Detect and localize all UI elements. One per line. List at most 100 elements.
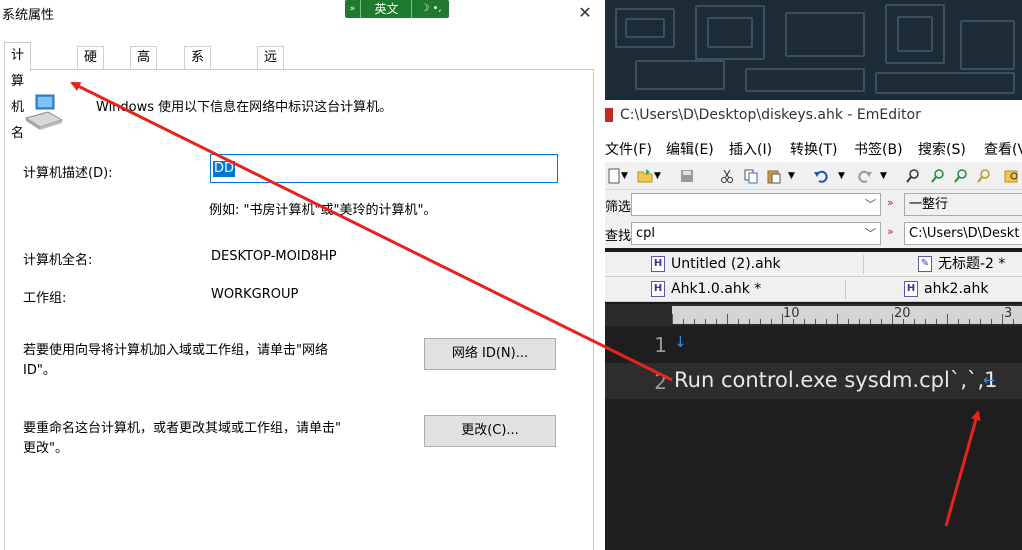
- filter-label: 筛选: [605, 200, 632, 215]
- tab-remote[interactable]: 远程: [257, 46, 285, 87]
- ruler-tick: [705, 319, 706, 324]
- chevron-down-icon[interactable]: ﹀: [865, 194, 876, 215]
- system-properties-dialog: 系统属性 ✕ » 英文 ☽ •, 计算机名 硬件 高级 系统保护 远程 Wind…: [0, 0, 605, 550]
- ruler-tick: [980, 319, 981, 324]
- ruler-tick: [936, 319, 937, 324]
- editor-toolbar: ▼ ▼ ▼ ▼ ▼: [605, 162, 1022, 190]
- ruler-tick: [716, 319, 717, 324]
- filter-mode-dropdown[interactable]: 一整行: [904, 193, 1022, 216]
- ruler-tick: [672, 314, 673, 324]
- computer-description-input[interactable]: DD: [210, 154, 558, 183]
- close-icon[interactable]: ✕: [574, 2, 596, 24]
- intro-text: Windows 使用以下信息在网络中标识这台计算机。: [96, 100, 393, 115]
- menu-insert[interactable]: 插入(I): [729, 139, 772, 159]
- menu-edit[interactable]: 编辑(E): [666, 139, 714, 159]
- tab-advanced[interactable]: 高级: [130, 46, 158, 87]
- ruler-tick: [925, 319, 926, 324]
- tab-untitled-title-2[interactable]: ✎ 无标题-2 *: [918, 252, 1005, 277]
- ruler-tick: [870, 319, 871, 324]
- editor-menubar: 文件(F) 编辑(E) 插入(I) 转换(T) 书签(B) 搜索(S) 查看(V: [605, 132, 1022, 162]
- document-tabs-row1: H Untitled (2).ahk ✎ 无标题-2 *: [605, 252, 1022, 277]
- tab-computer-name[interactable]: 计算机名: [4, 42, 32, 141]
- find-path-field[interactable]: C:\Users\D\Deskt: [904, 222, 1022, 245]
- editor-title: C:\Users\D\Desktop\diskeys.ahk - EmEdito…: [620, 107, 921, 123]
- ruler-mark-30: 3: [1004, 306, 1013, 321]
- ruler-tick: [793, 319, 794, 324]
- ime-expand-icon[interactable]: »: [345, 0, 361, 18]
- description-value: DD: [213, 161, 236, 177]
- line-number: 2: [654, 370, 667, 394]
- full-name-value: DESKTOP-MOID8HP: [211, 249, 337, 264]
- filter-combobox[interactable]: ﹀: [631, 193, 881, 216]
- change-button[interactable]: 更改(C)...: [424, 415, 556, 447]
- ruler-tick: [804, 319, 805, 324]
- menu-bookmark[interactable]: 书签(B): [854, 139, 903, 159]
- menu-view[interactable]: 查看(V: [984, 139, 1022, 159]
- tab-ahk1-0[interactable]: H Ahk1.0.ahk *: [651, 277, 761, 302]
- code-line[interactable]: Run control.exe sysdm.cpl`,`,1: [674, 368, 998, 392]
- ruler-tick: [782, 314, 783, 324]
- ime-toolbar: » 英文 ☽ •,: [345, 0, 449, 18]
- find-in-files-icon[interactable]: [1004, 168, 1020, 184]
- undo-dropdown-icon[interactable]: ▼: [838, 168, 854, 184]
- chevron-down-icon[interactable]: ﹀: [865, 223, 876, 244]
- line-number-gutter: [605, 326, 672, 550]
- open-folder-icon[interactable]: [637, 168, 653, 184]
- desktop-wallpaper: [605, 0, 1022, 100]
- save-icon[interactable]: [679, 168, 695, 184]
- cut-icon[interactable]: [719, 168, 735, 184]
- undo-icon[interactable]: [813, 168, 829, 184]
- new-file-icon[interactable]: [606, 168, 622, 184]
- ruler-tick: [991, 319, 992, 324]
- find-next-icon[interactable]: [930, 168, 946, 184]
- find-bar: 查找 cpl ﹀ » C:\Users\D\Deskt: [605, 219, 1022, 248]
- redo-icon[interactable]: [857, 168, 873, 184]
- ruler-tick: [815, 319, 816, 324]
- ruler-tick: [892, 314, 893, 324]
- editor-titlebar: C:\Users\D\Desktop\diskeys.ahk - EmEdito…: [605, 100, 1022, 132]
- computer-icon: [24, 94, 64, 130]
- ruler-tick: [760, 319, 761, 324]
- tab-ahk2[interactable]: Hahk2.ahk: [904, 277, 988, 302]
- ruler-tick: [1013, 319, 1014, 324]
- replace-icon[interactable]: [976, 168, 992, 184]
- rename-text-line1: 要重命名这台计算机，或者更改其域或工作组，请单击": [23, 421, 341, 436]
- emeditor-app-icon: [605, 108, 613, 122]
- filter-options-icon[interactable]: »: [887, 196, 894, 209]
- ime-language-toggle[interactable]: 英文: [362, 0, 412, 18]
- find-options-icon[interactable]: »: [887, 225, 894, 238]
- paste-dropdown-icon[interactable]: ▼: [788, 168, 804, 184]
- ruler-tick: [694, 319, 695, 324]
- find-prev-icon[interactable]: [953, 168, 969, 184]
- new-dropdown-icon[interactable]: ▼: [621, 168, 637, 184]
- ime-moon-icon[interactable]: ☽ •,: [413, 0, 449, 18]
- menu-convert[interactable]: 转换(T): [790, 139, 837, 159]
- line-number: 1: [654, 333, 667, 357]
- ruler-tick: [826, 319, 827, 324]
- rename-text-line2: 更改"。: [23, 441, 68, 456]
- redo-dropdown-icon[interactable]: ▼: [880, 168, 896, 184]
- ahk-file-icon: H: [651, 281, 665, 297]
- ruler-tick: [903, 319, 904, 324]
- workgroup-label: 工作组:: [23, 291, 67, 306]
- copy-icon[interactable]: [743, 168, 759, 184]
- edit-file-icon: ✎: [918, 256, 932, 272]
- paste-icon[interactable]: [766, 168, 782, 184]
- menu-file[interactable]: 文件(F): [605, 139, 652, 159]
- find-combobox[interactable]: cpl ﹀: [631, 222, 881, 245]
- full-name-label: 计算机全名:: [23, 253, 93, 268]
- filter-bar: 筛选 ﹀ » 一整行: [605, 190, 1022, 219]
- ruler-tick: [848, 319, 849, 324]
- tab-untitled-2[interactable]: H Untitled (2).ahk: [651, 252, 781, 277]
- find-icon[interactable]: [905, 168, 921, 184]
- ruler-tick: [749, 319, 750, 324]
- editor-text-area[interactable]: [672, 326, 1022, 550]
- network-id-button[interactable]: 网络 ID(N)...: [424, 338, 556, 370]
- tab-hardware[interactable]: 硬件: [77, 46, 105, 87]
- open-dropdown-icon[interactable]: ▼: [654, 168, 670, 184]
- menu-search[interactable]: 搜索(S): [918, 139, 966, 159]
- tab-system-protection[interactable]: 系统保护: [184, 46, 212, 131]
- join-text-line2: ID"。: [23, 363, 56, 378]
- ruler-tick: [914, 319, 915, 324]
- document-tabs-row2: H Ahk1.0.ahk * Hahk2.ahk: [605, 277, 1022, 302]
